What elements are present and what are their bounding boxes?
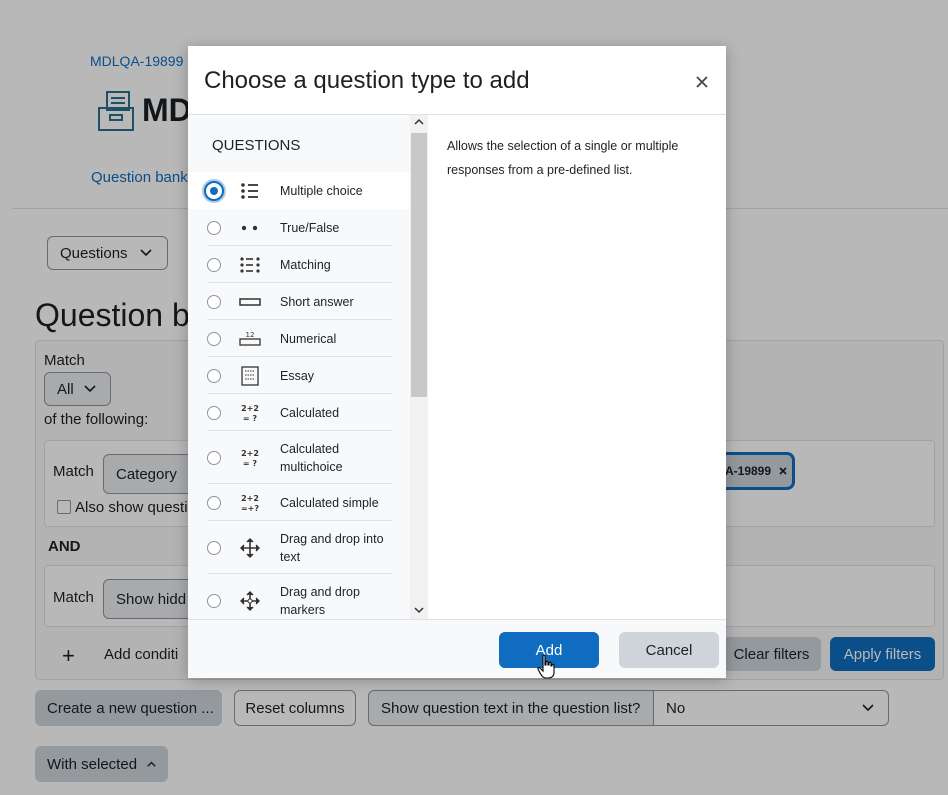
option-label: Matching xyxy=(280,257,331,272)
option-label: True/False xyxy=(280,220,340,235)
option-true-false[interactable]: True/False xyxy=(188,209,410,246)
option-label: Calculated multichoice xyxy=(280,441,343,474)
radio-numerical[interactable] xyxy=(207,331,221,346)
option-label: Multiple choice xyxy=(280,183,363,198)
svg-text:=+?: =+? xyxy=(241,504,259,513)
option-numerical[interactable]: 12 Numerical xyxy=(188,320,410,357)
radio-short-answer[interactable] xyxy=(207,294,221,309)
svg-text:12: 12 xyxy=(246,331,255,339)
question-type-list[interactable]: QUESTIONS Multiple choice True/False Mat… xyxy=(188,115,428,619)
option-label: Drag and drop markers xyxy=(280,584,360,617)
list-scrollbar[interactable] xyxy=(410,115,428,619)
option-label: Drag and drop into text xyxy=(280,531,384,564)
questions-heading: QUESTIONS xyxy=(212,137,301,154)
calculated-multichoice-icon: 2+2= ? xyxy=(241,449,259,468)
scroll-down-icon[interactable] xyxy=(414,605,424,615)
calculated-icon: 2+2= ? xyxy=(241,404,259,423)
svg-text:2+2: 2+2 xyxy=(241,494,259,503)
modal-title: Choose a question type to add xyxy=(204,67,530,94)
radio-calculated-simple[interactable] xyxy=(207,495,221,510)
radio-true-false[interactable] xyxy=(207,220,221,235)
option-calculated-multichoice[interactable]: 2+2 = ? Calculated multichoice xyxy=(188,431,410,484)
hand-cursor-icon xyxy=(537,654,555,679)
radio-matching[interactable] xyxy=(207,257,221,272)
option-calculated[interactable]: 2+2 = ? Calculated xyxy=(188,394,410,431)
radio-calculated[interactable] xyxy=(207,405,221,420)
scrollbar-thumb[interactable] xyxy=(411,133,427,397)
option-essay[interactable]: Essay xyxy=(188,357,410,394)
option-drag-drop-markers[interactable]: Drag and drop markers xyxy=(188,574,410,619)
option-label: Short answer xyxy=(280,294,354,309)
close-icon[interactable] xyxy=(693,73,711,91)
drag-drop-text-icon xyxy=(240,537,260,558)
drag-drop-markers-icon xyxy=(240,590,260,611)
matching-icon xyxy=(240,256,260,273)
true-false-icon xyxy=(241,225,258,230)
option-label: Numerical xyxy=(280,331,337,346)
multiple-choice-icon xyxy=(241,182,258,199)
option-label: Calculated xyxy=(280,405,340,420)
svg-text:2+2: 2+2 xyxy=(241,449,259,458)
radio-multiple-choice[interactable] xyxy=(204,180,224,201)
svg-text:= ?: = ? xyxy=(243,459,257,468)
radio-calculated-multichoice[interactable] xyxy=(207,450,221,465)
svg-text:2+2: 2+2 xyxy=(241,404,259,413)
modal-footer: Add Cancel xyxy=(188,619,726,678)
option-matching[interactable]: Matching xyxy=(188,246,410,283)
option-short-answer[interactable]: Short answer xyxy=(188,283,410,320)
modal-header: Choose a question type to add xyxy=(188,46,726,115)
option-label: Essay xyxy=(280,368,315,383)
cancel-button[interactable]: Cancel xyxy=(619,632,719,668)
choose-question-type-dialog: Choose a question type to add QUESTIONS … xyxy=(188,46,726,678)
radio-drag-drop-text[interactable] xyxy=(207,540,221,555)
option-multiple-choice[interactable]: Multiple choice xyxy=(188,172,410,209)
option-calculated-simple[interactable]: 2+2 =+? Calculated simple xyxy=(188,484,410,521)
radio-drag-drop-markers[interactable] xyxy=(207,593,221,608)
short-answer-icon xyxy=(239,297,261,306)
svg-text:= ?: = ? xyxy=(243,414,257,423)
cancel-button-label: Cancel xyxy=(645,641,693,659)
essay-icon xyxy=(241,365,259,386)
numerical-icon: 12 xyxy=(239,331,261,346)
scroll-up-icon[interactable] xyxy=(414,117,424,127)
radio-essay[interactable] xyxy=(207,368,221,383)
option-drag-drop-text[interactable]: Drag and drop into text xyxy=(188,521,410,574)
question-type-description: Allows the selection of a single or mult… xyxy=(447,139,679,177)
option-label: Calculated simple xyxy=(280,495,379,510)
calculated-simple-icon: 2+2=+? xyxy=(241,494,259,513)
